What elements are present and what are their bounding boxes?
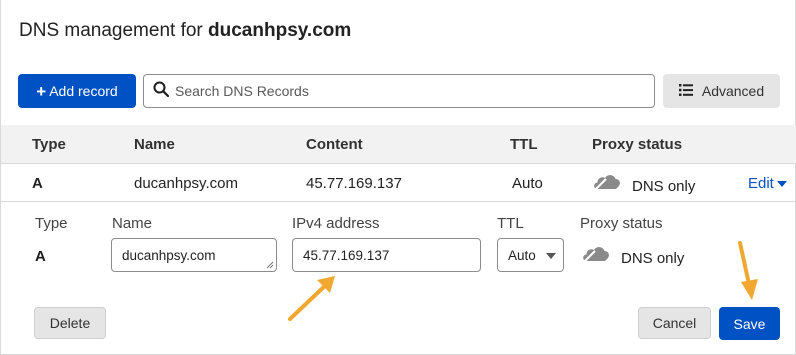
- list-icon: [678, 83, 693, 99]
- proxy-status-value: DNS only: [581, 244, 684, 267]
- record-edit-form: Type Name IPv4 address TTL Proxy status …: [1, 202, 796, 355]
- record-type: A: [32, 175, 43, 192]
- annotation-arrow: [288, 276, 335, 321]
- column-header-name: Name: [134, 136, 175, 153]
- column-header-ttl: TTL: [510, 136, 538, 153]
- delete-button[interactable]: Delete: [34, 307, 106, 339]
- search-input[interactable]: [175, 83, 645, 99]
- page-title-domain: ducanhpsy.com: [208, 20, 352, 41]
- delete-label: Delete: [49, 315, 91, 331]
- proxy-status-label: DNS only: [632, 178, 696, 195]
- ipv4-field-value: 45.77.169.137: [303, 247, 390, 263]
- dns-management-panel: DNS management for ducanhpsy.com + Add r…: [0, 0, 796, 355]
- table-row[interactable]: A ducanhpsy.com 45.77.169.137 Auto DNS o…: [1, 164, 796, 202]
- name-field[interactable]: ducanhpsy.com: [111, 238, 277, 272]
- column-header-type: Type: [32, 136, 66, 153]
- resize-handle-icon[interactable]: [266, 261, 274, 269]
- edit-label: Edit: [748, 175, 774, 192]
- ipv4-label: IPv4 address: [292, 215, 380, 232]
- search-icon: [153, 81, 170, 102]
- plus-icon: +: [36, 81, 47, 101]
- save-button[interactable]: Save: [719, 307, 780, 340]
- column-header-content: Content: [306, 136, 363, 153]
- cancel-button[interactable]: Cancel: [638, 307, 711, 339]
- record-name: ducanhpsy.com: [134, 175, 238, 192]
- page-title: DNS management for ducanhpsy.com: [19, 20, 351, 42]
- record-proxy-status: DNS only: [592, 172, 695, 195]
- chevron-down-icon: [776, 175, 787, 192]
- column-header-proxy-status: Proxy status: [592, 136, 683, 153]
- cloud-icon: [592, 173, 622, 195]
- name-label: Name: [112, 215, 153, 232]
- name-field-value: ducanhpsy.com: [122, 247, 216, 263]
- chevron-down-icon: [546, 253, 556, 259]
- proxy-status-field-value: DNS only: [621, 250, 685, 267]
- record-ttl: Auto: [512, 175, 543, 192]
- edit-link[interactable]: Edit: [748, 175, 787, 192]
- annotation-arrow: [738, 241, 758, 300]
- cancel-label: Cancel: [652, 315, 697, 331]
- ttl-label: TTL: [497, 215, 524, 232]
- proxy-status-field-label: Proxy status: [580, 215, 663, 232]
- record-content: 45.77.169.137: [306, 175, 402, 192]
- ttl-select-value: Auto: [508, 247, 536, 263]
- search-box[interactable]: [143, 74, 655, 108]
- type-label: Type: [35, 215, 68, 232]
- advanced-button[interactable]: Advanced: [663, 74, 780, 108]
- add-record-button[interactable]: + Add record: [18, 74, 136, 108]
- page-title-prefix: DNS management for: [19, 20, 203, 41]
- add-record-label: Add record: [49, 83, 118, 99]
- save-label: Save: [733, 315, 766, 332]
- type-value: A: [35, 248, 46, 265]
- advanced-label: Advanced: [701, 83, 765, 99]
- ipv4-address-field[interactable]: 45.77.169.137: [292, 238, 481, 272]
- ttl-select[interactable]: Auto: [497, 238, 564, 272]
- cloud-icon: [581, 245, 611, 267]
- table-header: Type Name Content TTL Proxy status: [1, 125, 796, 164]
